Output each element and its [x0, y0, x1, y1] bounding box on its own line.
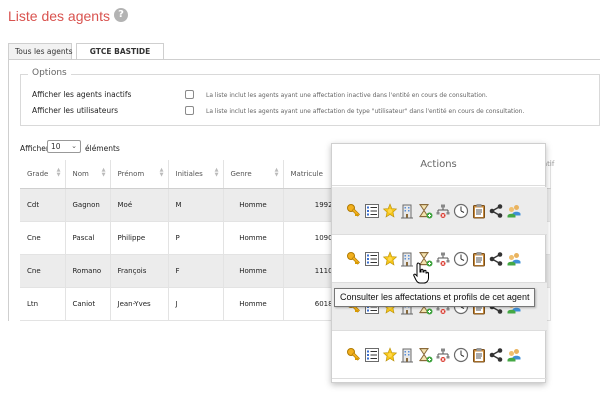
column-header-genre[interactable]: Genre ▲ ▼ — [223, 160, 284, 189]
tab-gtce-bastide[interactable]: GTCE BASTIDE — [76, 43, 164, 60]
sort-asc-icon: ▲ ▼ — [56, 167, 61, 178]
actions-row — [332, 331, 547, 379]
cell-prenom: Jean-Yves — [110, 287, 169, 321]
key-icon[interactable] — [346, 203, 362, 219]
cell-initiales: M — [168, 188, 224, 222]
cell-nom: Pascal — [65, 221, 111, 255]
column-header-initiales[interactable]: Initiales ▲ ▼ — [168, 160, 224, 189]
cell-prenom: Moé — [110, 188, 169, 222]
tab-all-agents[interactable]: Tous les agents — [8, 43, 73, 60]
sort-icon: ▲▼ — [101, 167, 106, 178]
cell-prenom: François — [110, 254, 169, 288]
column-header-nom[interactable]: Nom ▲ ▼ — [65, 160, 111, 189]
hourglass-add-icon[interactable] — [417, 203, 433, 219]
options-fieldset — [20, 74, 600, 126]
length-menu-suffix: éléments — [85, 144, 120, 153]
users-icon[interactable] — [506, 347, 522, 363]
actions-row — [332, 235, 547, 283]
share-icon[interactable] — [488, 203, 504, 219]
network-icon[interactable] — [435, 347, 451, 363]
cell-initiales: J — [168, 287, 224, 321]
cell-grade: Cdt — [20, 188, 66, 222]
cell-genre: Homme — [223, 188, 284, 222]
medal-icon[interactable] — [382, 203, 398, 219]
cell-nom: Caniot — [65, 287, 111, 321]
cell-nom: Gagnon — [65, 188, 111, 222]
hand-cursor-icon — [413, 262, 429, 284]
clipboard-icon[interactable] — [471, 347, 487, 363]
medal-icon[interactable] — [382, 251, 398, 267]
tab-divider — [8, 59, 600, 60]
panel-border — [8, 59, 9, 321]
network-icon[interactable] — [435, 203, 451, 219]
page-length-value: 10 — [51, 142, 61, 151]
tooltip: Consulter les affectations et profils de… — [334, 288, 536, 307]
building-icon[interactable] — [399, 347, 415, 363]
list-icon[interactable] — [364, 347, 380, 363]
cell-genre: Homme — [223, 221, 284, 255]
share-icon[interactable] — [488, 251, 504, 267]
hourglass-add-icon[interactable] — [417, 347, 433, 363]
list-icon[interactable] — [364, 251, 380, 267]
option-users-checkbox[interactable] — [185, 106, 194, 115]
cell-genre: Homme — [223, 254, 284, 288]
actions-row — [332, 187, 547, 235]
chevron-down-icon: ⌄ — [71, 142, 77, 150]
share-icon[interactable] — [488, 347, 504, 363]
page-length-select[interactable]: 10 ⌄ — [47, 140, 81, 153]
sort-icon: ▲▼ — [274, 167, 279, 178]
users-icon[interactable] — [506, 203, 522, 219]
option-users-label: Afficher les utilisateurs — [32, 106, 119, 115]
option-inactive-agents-description: La liste inclut les agents ayant une aff… — [206, 92, 488, 99]
clock-icon[interactable] — [453, 203, 469, 219]
list-icon[interactable] — [364, 203, 380, 219]
cell-grade: Ltn — [20, 287, 66, 321]
sort-icon: ▲▼ — [159, 167, 164, 178]
cell-genre: Homme — [223, 287, 284, 321]
help-icon[interactable]: ? — [114, 8, 128, 22]
clipboard-icon[interactable] — [471, 251, 487, 267]
cell-nom: Romano — [65, 254, 111, 288]
clock-icon[interactable] — [453, 251, 469, 267]
users-icon[interactable] — [506, 251, 522, 267]
option-inactive-agents-checkbox[interactable] — [185, 90, 194, 99]
option-users-description: La liste inclut les agents ayant une aff… — [206, 108, 525, 115]
cell-initiales: F — [168, 254, 224, 288]
column-header-prenom[interactable]: Prénom ▲ ▼ — [110, 160, 169, 189]
page-title: Liste des agents — [8, 8, 110, 24]
actions-panel: Actions — [331, 143, 547, 383]
actions-header: Actions — [332, 144, 545, 186]
building-icon[interactable] — [399, 203, 415, 219]
column-header-grade[interactable]: Grade ▲ ▼ — [20, 160, 66, 189]
sort-icon: ▲▼ — [214, 167, 219, 178]
option-inactive-agents-label: Afficher les agents inactifs — [32, 90, 132, 99]
length-menu-prefix: Afficher — [20, 144, 49, 153]
cell-grade: Cne — [20, 221, 66, 255]
cell-prenom: Philippe — [110, 221, 169, 255]
cell-initiales: P — [168, 221, 224, 255]
cell-grade: Cne — [20, 254, 66, 288]
key-icon[interactable] — [346, 251, 362, 267]
medal-icon[interactable] — [382, 347, 398, 363]
clock-icon[interactable] — [453, 347, 469, 363]
key-icon[interactable] — [346, 347, 362, 363]
network-icon[interactable] — [435, 251, 451, 267]
options-legend: Options — [28, 68, 71, 78]
clipboard-icon[interactable] — [471, 203, 487, 219]
